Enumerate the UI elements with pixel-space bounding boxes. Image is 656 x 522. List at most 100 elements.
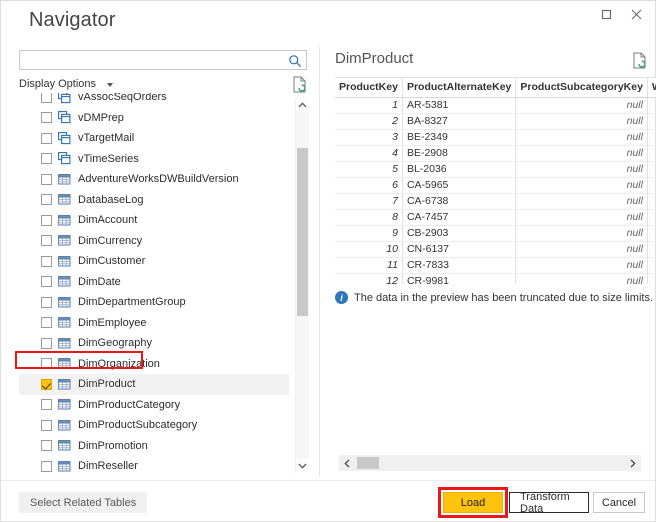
table-cell[interactable]: BE-2908: [402, 145, 515, 161]
table-cell[interactable]: [647, 113, 656, 129]
table-cell[interactable]: null: [516, 257, 648, 273]
tree-item-checkbox[interactable]: [41, 461, 52, 472]
table-row[interactable]: 7CA-6738null: [335, 193, 656, 209]
tree-item-checkbox[interactable]: [41, 297, 52, 308]
scroll-down-arrow-icon[interactable]: [296, 459, 309, 473]
table-cell[interactable]: CA-5965: [402, 177, 515, 193]
table-row[interactable]: 10CN-6137null: [335, 241, 656, 257]
table-cell[interactable]: 6: [335, 177, 402, 193]
table-cell[interactable]: [647, 257, 656, 273]
table-cell[interactable]: [647, 241, 656, 257]
table-cell[interactable]: CB-2903: [402, 225, 515, 241]
tree-item-checkbox[interactable]: [41, 379, 52, 390]
table-row[interactable]: 5BL-2036null: [335, 161, 656, 177]
table-cell[interactable]: BL-2036: [402, 161, 515, 177]
table-cell[interactable]: BA-8327: [402, 113, 515, 129]
table-cell[interactable]: [647, 97, 656, 113]
tree-item-dimproduct[interactable]: DimProduct: [19, 374, 289, 395]
table-cell[interactable]: 7: [335, 193, 402, 209]
table-row[interactable]: 12CR-9981null: [335, 273, 656, 284]
table-cell[interactable]: CA-7457: [402, 209, 515, 225]
cancel-button[interactable]: Cancel: [593, 492, 645, 513]
tree-item-checkbox[interactable]: [41, 93, 52, 103]
chevron-down-icon[interactable]: [107, 83, 113, 87]
transform-data-button[interactable]: Transform Data: [509, 492, 589, 513]
table-cell[interactable]: CN-6137: [402, 241, 515, 257]
table-cell[interactable]: 1: [335, 97, 402, 113]
tree-item-checkbox[interactable]: [41, 276, 52, 287]
table-cell[interactable]: 5: [335, 161, 402, 177]
scroll-left-arrow-icon[interactable]: [339, 455, 355, 471]
tree-item-checkbox[interactable]: [41, 174, 52, 185]
table-row[interactable]: 8CA-7457null: [335, 209, 656, 225]
tree-item-checkbox[interactable]: [41, 399, 52, 410]
tree-item-vdmprep[interactable]: vDMPrep: [19, 108, 289, 129]
tree-item-vassocseqorders[interactable]: vAssocSeqOrders: [19, 93, 289, 108]
preview-refresh-document-icon[interactable]: [632, 52, 647, 69]
tree-item-dimgeography[interactable]: DimGeography: [19, 333, 289, 354]
table-cell[interactable]: 2: [335, 113, 402, 129]
table-cell[interactable]: [647, 129, 656, 145]
table-cell[interactable]: null: [516, 225, 648, 241]
tree-item-checkbox[interactable]: [41, 215, 52, 226]
table-cell[interactable]: 8: [335, 209, 402, 225]
tree-item-checkbox[interactable]: [41, 256, 52, 267]
maximize-button[interactable]: [591, 1, 621, 27]
tree-item-checkbox[interactable]: [41, 194, 52, 205]
table-cell[interactable]: BE-2349: [402, 129, 515, 145]
table-cell[interactable]: null: [516, 161, 648, 177]
tree-item-dimaccount[interactable]: DimAccount: [19, 210, 289, 231]
load-button[interactable]: Load: [443, 492, 503, 513]
tree-item-vtargetmail[interactable]: vTargetMail: [19, 128, 289, 149]
table-cell[interactable]: 4: [335, 145, 402, 161]
scrollbar-thumb[interactable]: [297, 148, 308, 316]
close-button[interactable]: [621, 1, 651, 27]
tree-item-checkbox[interactable]: [41, 358, 52, 369]
scrollbar-track[interactable]: [296, 112, 309, 459]
table-cell[interactable]: null: [516, 129, 648, 145]
table-row[interactable]: 9CB-2903null: [335, 225, 656, 241]
select-related-tables-button[interactable]: Select Related Tables: [19, 492, 147, 513]
tree-item-dimdepartmentgroup[interactable]: DimDepartmentGroup: [19, 292, 289, 313]
tree-item-dimorganization[interactable]: DimOrganization: [19, 354, 289, 375]
table-cell[interactable]: [647, 177, 656, 193]
scroll-up-arrow-icon[interactable]: [296, 98, 309, 112]
tree-item-checkbox[interactable]: [41, 133, 52, 144]
table-row[interactable]: 1AR-5381null: [335, 97, 656, 113]
preview-grid[interactable]: ProductKeyProductAlternateKeyProductSubc…: [335, 77, 656, 284]
tree-item-databaselog[interactable]: DatabaseLog: [19, 190, 289, 211]
table-cell[interactable]: 3: [335, 129, 402, 145]
search-icon[interactable]: [288, 54, 302, 68]
tree-item-dimcustomer[interactable]: DimCustomer: [19, 251, 289, 272]
object-tree[interactable]: vAssocSeqOrdersvDMPrepvTargetMailvTimeSe…: [19, 93, 307, 475]
table-row[interactable]: 2BA-8327null: [335, 113, 656, 129]
tree-item-vtimeseries[interactable]: vTimeSeries: [19, 149, 289, 170]
tree-item-adventureworksdwbuildversion[interactable]: AdventureWorksDWBuildVersion: [19, 169, 289, 190]
table-row[interactable]: 4BE-2908null: [335, 145, 656, 161]
table-row[interactable]: 3BE-2349null: [335, 129, 656, 145]
tree-item-dimproductsubcategory[interactable]: DimProductSubcategory: [19, 415, 289, 436]
tree-item-dimpromotion[interactable]: DimPromotion: [19, 436, 289, 457]
table-cell[interactable]: null: [516, 209, 648, 225]
table-cell[interactable]: null: [516, 193, 648, 209]
table-cell[interactable]: [647, 193, 656, 209]
tree-item-checkbox[interactable]: [41, 338, 52, 349]
table-cell[interactable]: null: [516, 177, 648, 193]
column-header[interactable]: ProductKey: [335, 78, 402, 97]
table-cell[interactable]: [647, 273, 656, 284]
table-row[interactable]: 11CR-7833null: [335, 257, 656, 273]
table-cell[interactable]: 12: [335, 273, 402, 284]
tree-item-dimdate[interactable]: DimDate: [19, 272, 289, 293]
table-cell[interactable]: null: [516, 97, 648, 113]
preview-horizontal-scrollbar[interactable]: [339, 455, 641, 471]
tree-item-dimreseller[interactable]: DimReseller: [19, 456, 289, 475]
table-cell[interactable]: 10: [335, 241, 402, 257]
table-cell[interactable]: null: [516, 241, 648, 257]
tree-item-dimproductcategory[interactable]: DimProductCategory: [19, 395, 289, 416]
table-cell[interactable]: [647, 145, 656, 161]
table-cell[interactable]: [647, 209, 656, 225]
refresh-document-icon[interactable]: [292, 76, 307, 93]
display-options-label[interactable]: Display Options: [19, 78, 96, 90]
tree-item-checkbox[interactable]: [41, 235, 52, 246]
table-cell[interactable]: CA-6738: [402, 193, 515, 209]
